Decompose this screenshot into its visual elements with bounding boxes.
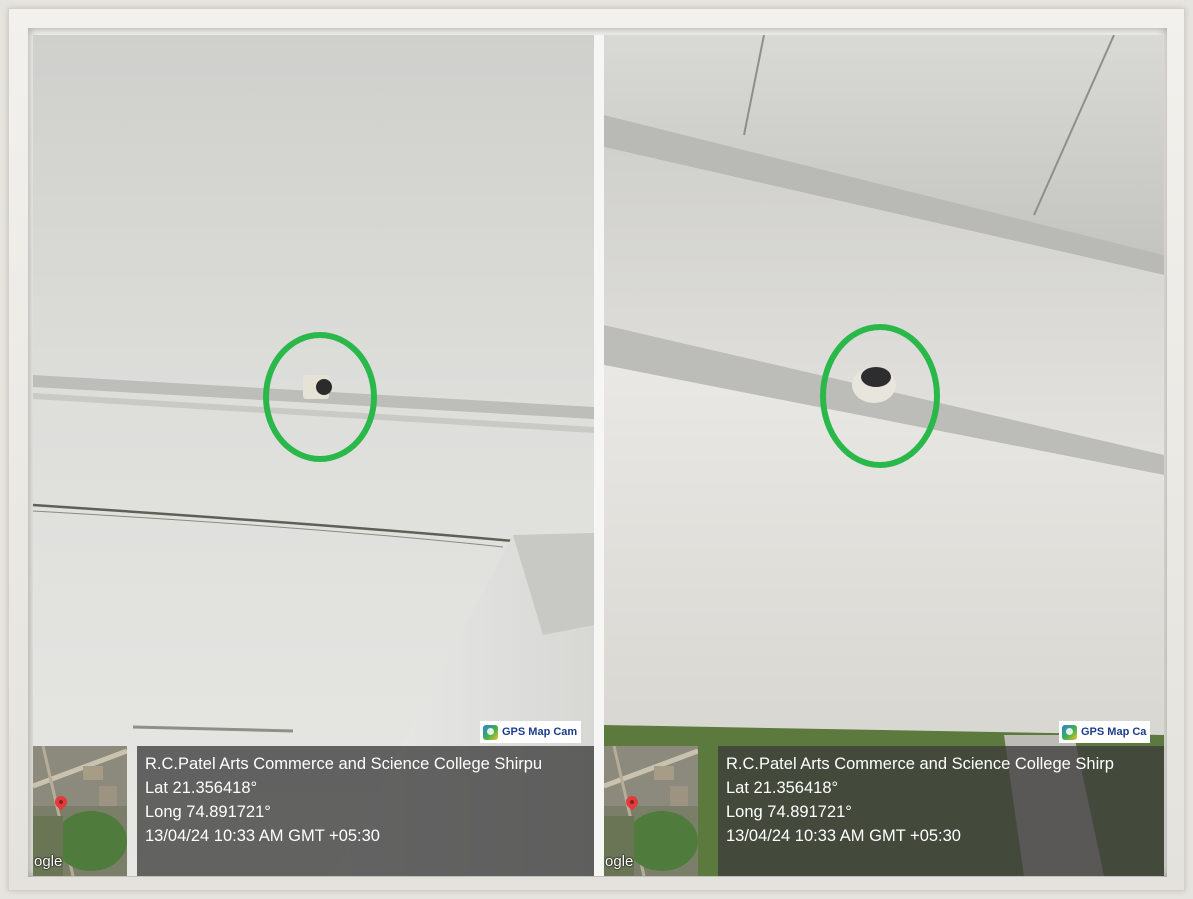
latitude: Lat 21.356418°	[145, 779, 258, 797]
gps-watermark-right: GPS Map Ca	[1059, 721, 1151, 743]
timestamp: 13/04/24 10:33 AM GMT +05:30	[726, 827, 961, 845]
location-name: R.C.Patel Arts Commerce and Science Coll…	[726, 755, 1114, 773]
photo-left-cctv-camera: GPS Map Cam ogle R.C.Patel Arts Commerce…	[33, 35, 594, 876]
highlight-ring-right	[820, 324, 940, 468]
photo-divider	[594, 35, 604, 876]
watermark-text: GPS Map Ca	[1081, 726, 1147, 738]
gps-watermark-left: GPS Map Cam	[480, 721, 582, 743]
gps-map-cam-icon	[483, 724, 498, 740]
watermark-text: GPS Map Cam	[502, 726, 578, 738]
google-logo-text: ogle	[34, 853, 63, 870]
highlight-ring-left	[263, 332, 377, 462]
photo-right-cctv-camera: GPS Map Ca ogle R.C.Patel Arts Commerce …	[604, 35, 1164, 876]
gps-map-cam-icon	[1062, 724, 1077, 740]
longitude: Long 74.891721°	[726, 803, 852, 821]
latitude: Lat 21.356418°	[726, 779, 839, 797]
google-logo-text: ogle	[605, 853, 634, 870]
gps-info-overlay-right: R.C.Patel Arts Commerce and Science Coll…	[718, 746, 1164, 876]
map-thumbnail-right: ogle	[604, 746, 698, 876]
longitude: Long 74.891721°	[145, 803, 271, 821]
location-name: R.C.Patel Arts Commerce and Science Coll…	[145, 755, 543, 773]
gps-info-overlay-left: R.C.Patel Arts Commerce and Science Coll…	[137, 746, 594, 876]
timestamp: 13/04/24 10:33 AM GMT +05:30	[145, 827, 380, 845]
map-thumbnail-left: ogle	[33, 746, 127, 876]
